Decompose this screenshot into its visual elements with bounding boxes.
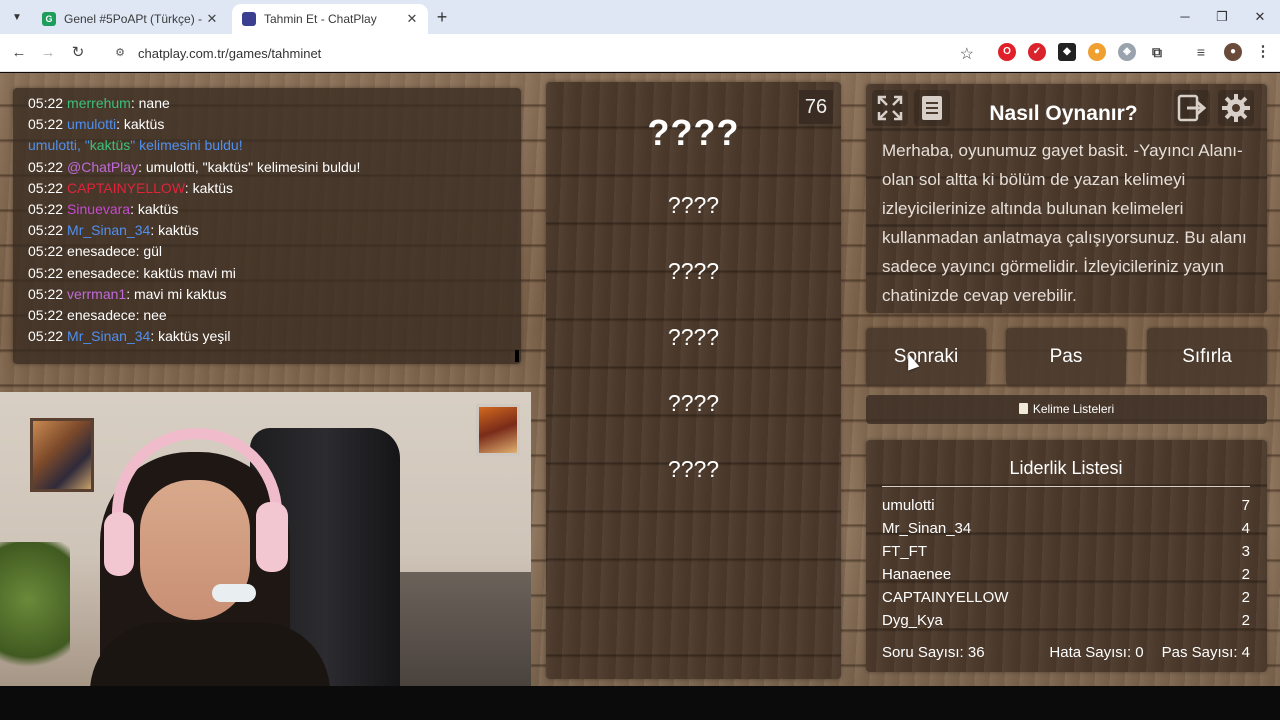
close-tab-icon[interactable]: ✕ (404, 11, 420, 27)
orange-extension-icon[interactable]: ● (1088, 43, 1106, 61)
chat-message: 05:22 Sinuevara: kaktüs (28, 201, 179, 218)
profile-avatar[interactable]: ● (1224, 43, 1242, 61)
hidden-taboo-word: ???? (667, 258, 720, 284)
browser-menu-icon[interactable]: ⋮ (1254, 43, 1272, 61)
how-to-play-title: Nasıl Oynanır? (989, 102, 1138, 125)
minimize-icon[interactable]: ─ (1174, 6, 1196, 28)
extensions-puzzle-icon[interactable]: ⧉ (1148, 43, 1166, 61)
chat-message: 05:22 Mr_Sinan_34: kaktüs (28, 222, 199, 239)
word-lists-button[interactable]: Kelime Listeleri (866, 395, 1267, 424)
chat-message: 05:22 Mr_Sinan_34: kaktüs yeşil (28, 328, 231, 345)
leaderboard-row: Mr_Sinan_34 4 (882, 520, 1250, 537)
hidden-taboo-word: ???? (667, 390, 720, 416)
leaderboard-row: Dyg_Kya 2 (882, 612, 1250, 629)
wall-painting (30, 418, 94, 492)
streamer-body (90, 622, 330, 686)
reset-button[interactable]: Sıfırla (1147, 328, 1267, 386)
chat-system-message: umulotti, "kaktüs" kelimesini buldu! (28, 137, 243, 154)
chat-message: 05:22 @ChatPlay: umulotti, "kaktüs" kelim… (28, 158, 361, 175)
browser-tab-bar: ▼ G Genel #5PoAPt (Türkçe) - Gartic ✕ Ta… (0, 0, 1280, 34)
back-arrow-icon[interactable]: ← (8, 42, 30, 64)
settings-gear-icon[interactable] (1218, 90, 1254, 126)
word-panel: 76 ???? ???? ???? ???? ???? ???? (546, 82, 841, 679)
leaderboard-row: umulotti 7 (882, 497, 1250, 514)
chat-message: 05:22 merrehum: nane (28, 95, 170, 111)
game-stats: Soru Sayısı: 36 Hata Sayısı: 0 Pas Sayıs… (882, 644, 1250, 661)
chat-scrollbar[interactable] (515, 350, 519, 362)
chatplay-favicon-icon (242, 12, 256, 26)
webcam-video (0, 392, 531, 686)
hidden-taboo-word: ???? (667, 324, 720, 350)
shield-extension-icon[interactable]: ◈ (1118, 43, 1136, 61)
headphone-cup (104, 512, 134, 576)
next-button[interactable]: Sonraki (866, 328, 986, 386)
address-bar[interactable]: ⚙ chatplay.com.tr/games/tahminet ☆ (102, 38, 982, 68)
reload-icon[interactable]: ↻ (67, 42, 89, 64)
close-tab-icon[interactable]: ✕ (204, 11, 220, 27)
window-close-icon[interactable]: ✕ (1249, 6, 1271, 28)
chat-message: 05:22 CAPTAINYELLOW: kaktüs (28, 179, 234, 196)
opera-extension-icon[interactable]: O (998, 43, 1016, 61)
chat-message: 05:22 enesadece: nee (28, 307, 167, 324)
question-count: Soru Sayısı: 36 (882, 644, 985, 661)
leaderboard-panel: Liderlik Listesi umulotti 7 Mr_Sinan_34 4 … (866, 440, 1267, 672)
forward-arrow-icon[interactable]: → (37, 42, 59, 64)
how-to-play-panel: Nasıl Oynanır? Merhaba, oyunumuz gayet b… (866, 84, 1267, 313)
chat-message: 05:22 verrman1: mavi mi kaktus (28, 285, 227, 302)
pass-button[interactable]: Pas (1006, 328, 1126, 386)
plant (0, 542, 70, 686)
site-info-icon[interactable]: ⚙ (112, 45, 128, 61)
url-text: chatplay.com.tr/games/tahminet (138, 45, 322, 61)
how-to-play-text: Merhaba, oyunumuz gayet basit. -Yayıncı … (882, 141, 1247, 305)
tab-search-chevron-icon[interactable]: ▼ (6, 6, 28, 28)
fullscreen-icon[interactable] (872, 90, 908, 126)
headphone-cup (256, 502, 288, 572)
leaderboard-row: FT_FT 3 (882, 543, 1250, 560)
browser-toolbar: ← → ↻ ⚙ chatplay.com.tr/games/tahminet ☆… (0, 34, 1280, 72)
exit-icon[interactable] (1174, 90, 1210, 126)
hidden-target-word: ???? (647, 112, 740, 153)
leaderboard-row: Hanaenee 2 (882, 566, 1250, 583)
chat-message: 05:22 enesadece: gül (28, 243, 163, 260)
leaderboard-row: CAPTAINYELLOW 2 (882, 589, 1250, 606)
new-tab-plus-icon[interactable]: + (432, 7, 452, 27)
sofa (390, 572, 531, 686)
media-control-icon[interactable]: ≡ (1192, 43, 1210, 61)
bookmark-star-icon[interactable]: ☆ (960, 44, 974, 64)
chat-message: 05:22 enesadece: kaktüs mavi mi (28, 264, 236, 281)
leaderboard-title: Liderlik Listesi (882, 458, 1250, 487)
hidden-taboo-word: ???? (667, 192, 720, 218)
tab-chatplay[interactable]: Tahmin Et - ChatPlay ✕ (232, 4, 428, 34)
gartic-favicon-icon: G (42, 12, 56, 26)
bottom-bar (0, 686, 1280, 720)
restore-icon[interactable]: ❐ (1211, 6, 1233, 28)
red-extension-icon[interactable]: ✓ (1028, 43, 1046, 61)
hidden-taboo-word: ???? (667, 456, 720, 482)
pass-count: Pas Sayısı: 4 (1161, 644, 1250, 661)
tab-title: Tahmin Et - ChatPlay (264, 12, 377, 26)
error-count: Hata Sayısı: 0 (1049, 644, 1144, 661)
document-icon[interactable] (914, 90, 950, 126)
chat-panel: 05:22 merrehum: nane 05:22 umulotti: kaktü… (13, 88, 521, 364)
word-lists-label: Kelime Listeleri (1032, 402, 1115, 416)
dark-extension-icon[interactable]: ◆ (1058, 43, 1076, 61)
microphone (212, 584, 256, 602)
chat-message: 05:22 umulotti: kaktüs (28, 116, 165, 133)
tab-gartic[interactable]: G Genel #5PoAPt (Türkçe) - Gartic ✕ (32, 4, 228, 34)
clipboard-icon (1018, 403, 1028, 414)
wall-painting (476, 404, 520, 456)
tab-title: Genel #5PoAPt (Türkçe) - Gartic (64, 12, 204, 26)
